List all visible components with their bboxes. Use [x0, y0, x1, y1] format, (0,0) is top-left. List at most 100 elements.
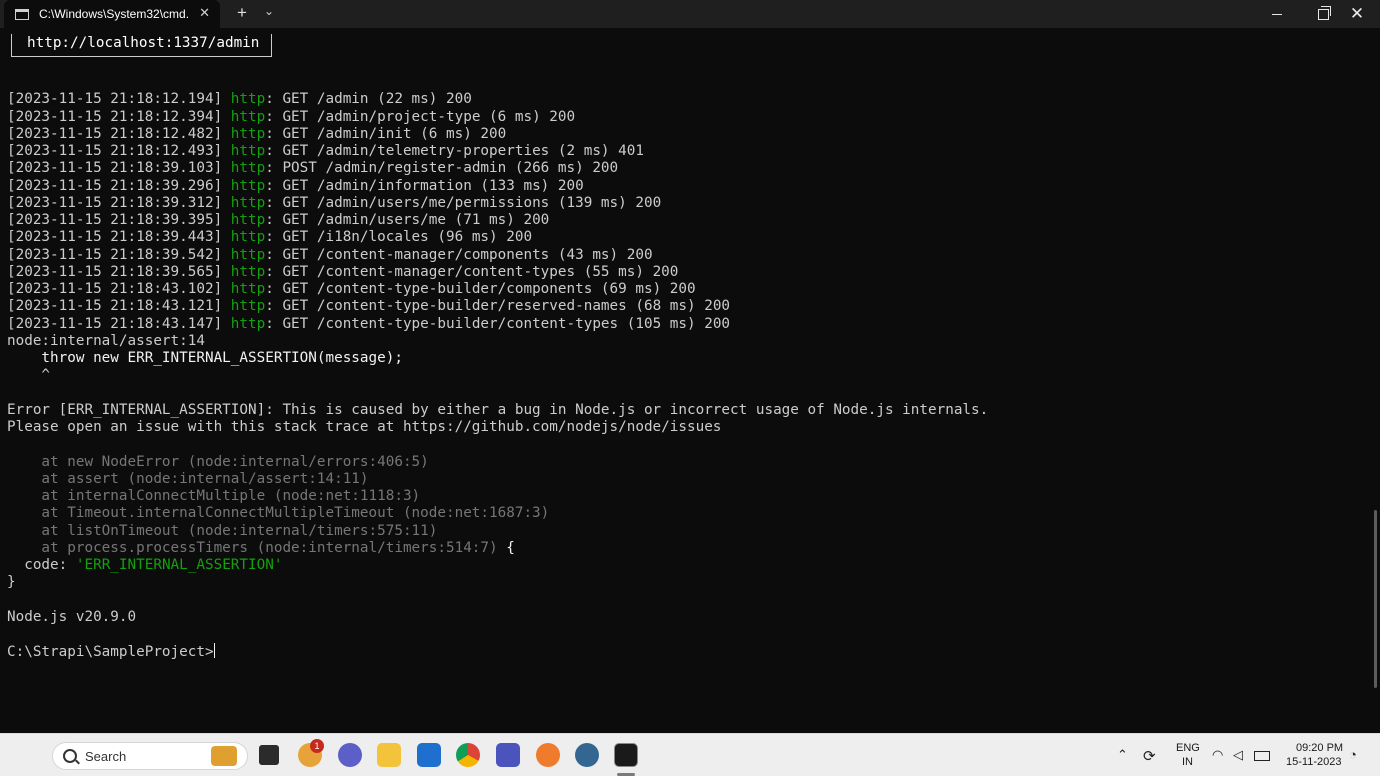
log-timestamp: [2023-11-15 21:18:12.482] [7, 125, 223, 142]
stack-frame: at Timeout.internalConnectMultipleTimeou… [7, 505, 1372, 522]
tab-close-icon[interactable]: ✕ [199, 5, 210, 21]
clock-time[interactable]: 09:20 PM [1296, 742, 1343, 754]
log-line: [2023-11-15 21:18:39.565] http: GET /con… [7, 264, 1372, 281]
log-timestamp: [2023-11-15 21:18:39.395] [7, 212, 223, 228]
command-prompt[interactable]: C:\Strapi\SampleProject> [7, 643, 1372, 661]
log-line: [2023-11-15 21:18:43.147] http: GET /con… [7, 316, 1372, 333]
teams-icon[interactable] [496, 743, 520, 767]
stack-open-brace: { [497, 539, 515, 556]
log-protocol: http [230, 229, 266, 246]
teams-chat-icon[interactable] [338, 743, 362, 767]
notification-badge: 1 [310, 739, 324, 753]
log-message: : GET /content-manager/components (43 ms… [265, 246, 653, 263]
tab-dropdown-button[interactable]: ⌄ [262, 4, 276, 18]
title-bar: C:\Windows\System32\cmd.e ✕ + ⌄ ✕ [0, 0, 1380, 28]
notification-bell-icon[interactable]: ◔ [1349, 747, 1357, 762]
scrollbar-thumb[interactable] [1374, 510, 1377, 688]
log-timestamp: [2023-11-15 21:18:39.443] [7, 229, 223, 246]
closing-brace: } [7, 574, 16, 591]
stack-frame-text: at process.processTimers (node:internal/… [7, 539, 498, 556]
language-code[interactable]: ENG [1176, 742, 1200, 754]
log-message: : GET /i18n/locales (96 ms) 200 [265, 229, 533, 246]
taskbar: Search 1 ⌃ ⟳ ENG IN ◠ ◁ 09:20 PM 15-11-2… [0, 733, 1380, 776]
log-message: : GET /admin/project-type (6 ms) 200 [265, 108, 576, 125]
file-explorer-icon[interactable] [377, 743, 401, 767]
stack-frame-text: at new NodeError (node:internal/errors:4… [7, 453, 429, 470]
volume-icon[interactable]: ◁ [1233, 747, 1243, 763]
task-view-icon[interactable] [259, 745, 279, 765]
log-message: : GET /content-manager/content-types (55… [265, 263, 679, 280]
log-protocol: http [230, 143, 266, 159]
microsoft-store-icon[interactable] [417, 743, 441, 767]
terminal-app-icon[interactable] [614, 743, 638, 767]
stack-frame: at process.processTimers (node:internal/… [7, 540, 1372, 557]
log-message: : GET /admin/users/me/permissions (139 m… [265, 194, 662, 211]
restore-icon [1317, 5, 1331, 20]
log-message: : POST /admin/register-admin (266 ms) 20… [265, 160, 619, 177]
sync-icon[interactable]: ⟳ [1143, 747, 1156, 765]
log-message: : GET /admin/telemetry-properties (2 ms)… [265, 143, 644, 159]
log-timestamp: [2023-11-15 21:18:43.102] [7, 281, 223, 297]
close-button[interactable]: ✕ [1334, 0, 1380, 28]
log-message: : GET /admin (22 ms) 200 [265, 91, 472, 108]
assert-code: throw new ERR_INTERNAL_ASSERTION(message… [7, 350, 403, 366]
log-timestamp: [2023-11-15 21:18:39.542] [7, 246, 223, 263]
log-message: : GET /content-type-builder/components (… [265, 281, 696, 297]
terminal-output[interactable]: http://localhost:1337/admin [2023-11-15 … [7, 34, 1372, 662]
postman-icon[interactable] [536, 743, 560, 767]
log-line: [2023-11-15 21:18:12.194] http: GET /adm… [7, 91, 1372, 108]
error-message: Error [ERR_INTERNAL_ASSERTION]: This is … [7, 401, 989, 418]
postgresql-icon[interactable] [575, 743, 599, 767]
log-message: : GET /admin/information (133 ms) 200 [265, 177, 584, 194]
log-line: [2023-11-15 21:18:43.121] http: GET /con… [7, 298, 1372, 315]
log-protocol: http [230, 263, 266, 280]
caret-marker: ^ [7, 367, 51, 384]
code-value: 'ERR_INTERNAL_ASSERTION' [75, 557, 283, 573]
cmd-icon [15, 8, 29, 20]
battery-icon[interactable] [1254, 751, 1270, 761]
log-protocol: http [230, 160, 266, 177]
stack-frame-text: at internalConnectMultiple (node:net:111… [7, 488, 421, 504]
log-line: [2023-11-15 21:18:12.394] http: GET /adm… [7, 109, 1372, 126]
prompt-path: C:\Strapi\SampleProject> [7, 644, 214, 661]
new-tab-button[interactable]: + [232, 3, 252, 23]
log-timestamp: [2023-11-15 21:18:39.565] [7, 263, 223, 280]
search-icon [63, 749, 77, 763]
error-issue-link: Please open an issue with this stack tra… [7, 419, 722, 435]
minimize-icon [1272, 13, 1282, 15]
wifi-icon[interactable]: ◠ [1212, 747, 1223, 763]
log-protocol: http [230, 125, 266, 142]
stack-frame-text: at Timeout.internalConnectMultipleTimeou… [7, 505, 550, 522]
log-protocol: http [230, 246, 266, 263]
log-protocol: http [230, 298, 266, 315]
chrome-icon[interactable] [456, 743, 480, 767]
log-protocol: http [230, 212, 266, 228]
log-protocol: http [230, 177, 266, 194]
clock-date[interactable]: 15-11-2023 [1286, 756, 1341, 768]
log-protocol: http [230, 108, 266, 125]
log-protocol: http [230, 281, 266, 297]
log-timestamp: [2023-11-15 21:18:12.394] [7, 108, 223, 125]
language-region[interactable]: IN [1182, 756, 1193, 768]
log-line: [2023-11-15 21:18:39.103] http: POST /ad… [7, 160, 1372, 177]
stack-frame-text: at listOnTimeout (node:internal/timers:5… [7, 522, 438, 539]
taskbar-search[interactable]: Search [52, 742, 248, 770]
text-cursor [213, 643, 215, 659]
log-message: : GET /admin/users/me (71 ms) 200 [265, 212, 550, 228]
windows-start-icon[interactable] [17, 744, 39, 766]
minimize-button[interactable] [1254, 0, 1300, 28]
log-message: : GET /content-type-builder/reserved-nam… [265, 298, 731, 315]
stack-trace: at new NodeError (node:internal/errors:4… [7, 454, 1372, 558]
assert-location: node:internal/assert:14 [7, 332, 205, 349]
request-log: [2023-11-15 21:18:12.194] http: GET /adm… [7, 91, 1372, 333]
log-protocol: http [230, 315, 266, 332]
terminal-tab[interactable]: C:\Windows\System32\cmd.e ✕ [4, 0, 220, 28]
log-timestamp: [2023-11-15 21:18:43.147] [7, 315, 223, 332]
tray-overflow-icon[interactable]: ⌃ [1117, 747, 1128, 763]
log-protocol: http [230, 194, 266, 211]
log-line: [2023-11-15 21:18:12.493] http: GET /adm… [7, 143, 1372, 160]
